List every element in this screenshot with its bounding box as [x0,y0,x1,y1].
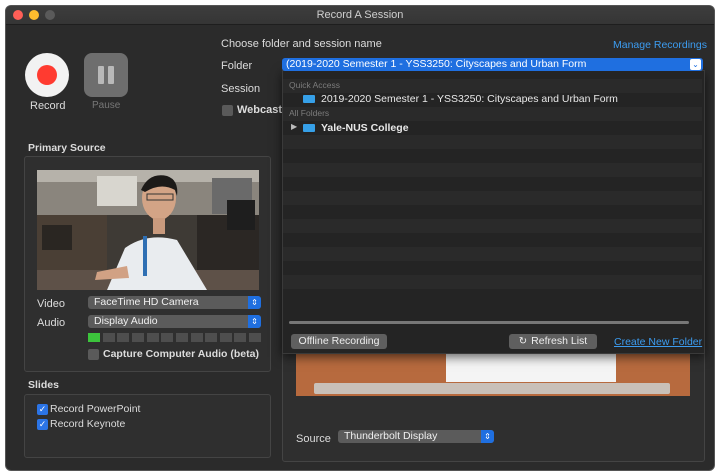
audio-meter-segment [249,333,261,342]
pause-icon [98,66,104,84]
folder-icon [303,124,315,132]
source-select[interactable]: Thunderbolt Display ⇕ [338,430,494,443]
source-label: Source [296,433,331,445]
audio-meter-segments [88,333,261,342]
audio-meter-fill [88,333,100,342]
capture-audio-checkbox[interactable] [88,349,99,360]
all-folders-header: All Folders [289,108,330,118]
record-label: Record [30,100,66,112]
camera-preview-image [37,170,259,290]
record-powerpoint-label: Record PowerPoint [50,403,141,415]
audio-meter-segment [175,333,188,342]
quick-access-item[interactable]: 2019-2020 Semester 1 - YSS3250: Cityscap… [283,92,702,106]
chevron-down-icon: ⌄ [690,59,701,70]
pause-label: Pause [92,100,121,111]
video-select[interactable]: FaceTime HD Camera ⇕ [88,296,261,309]
primary-source-title: Primary Source [28,142,106,154]
audio-select-value: Display Audio [94,315,158,327]
tree-item-yale-nus[interactable]: ▶ Yale-NUS College [283,121,702,135]
camera-preview [37,170,259,290]
folder-dropdown-list: Quick Access 2019-2020 Semester 1 - YSS3… [282,70,705,354]
session-label: Session [221,83,261,95]
video-label: Video [37,298,65,310]
audio-meter-segment [131,333,144,342]
title-bar: Record A Session [6,6,714,25]
audio-select[interactable]: Display Audio ⇕ [88,315,261,328]
audio-meter-segment [205,333,218,342]
record-session-window: Record A Session Record Pause Choose fol… [6,6,714,470]
slides-title: Slides [28,379,59,391]
video-select-value: FaceTime HD Camera [94,296,199,308]
audio-meter-segment [146,333,159,342]
folder-select[interactable]: (2019-2020 Semester 1 - YSS3250: Citysca… [282,58,703,71]
folder-select-value: (2019-2020 Semester 1 - YSS3250: Citysca… [286,58,587,70]
folder-label: Folder [221,60,253,72]
refresh-icon: ↻ [518,336,528,347]
quick-access-header: Quick Access [289,80,341,90]
tree-item-label: Yale-NUS College [321,122,409,134]
disclosure-triangle-icon[interactable]: ▶ [291,122,297,131]
refresh-list-label: Refresh List [531,335,588,347]
record-dot-icon [37,65,57,85]
record-button[interactable] [25,53,69,97]
offline-recording-button[interactable]: Offline Recording [291,334,387,349]
audio-meter-segment [234,333,247,342]
folder-icon [303,95,315,103]
quick-access-item-label: 2019-2020 Semester 1 - YSS3250: Cityscap… [321,93,618,105]
webcast-label: Webcast [237,104,283,116]
audio-meter-segment [219,333,232,342]
record-keynote-checkbox[interactable]: ✓ [37,419,48,430]
chevron-updown-icon: ⇕ [481,430,494,443]
webcast-checkbox[interactable] [222,105,233,116]
pause-icon-bar [108,66,114,84]
audio-meter-segment [102,333,115,342]
manage-recordings-link[interactable]: Manage Recordings [613,39,707,51]
chevron-updown-icon: ⇕ [248,315,261,328]
window-title: Record A Session [316,9,404,21]
chevron-updown-icon: ⇕ [248,296,261,309]
record-keynote-label: Record Keynote [50,418,126,430]
source-select-value: Thunderbolt Display [344,430,438,442]
record-powerpoint-checkbox[interactable]: ✓ [37,404,48,415]
choose-folder-heading: Choose folder and session name [221,38,382,50]
create-new-folder-link[interactable]: Create New Folder [614,336,702,348]
audio-meter-segment [161,333,174,342]
pause-button[interactable] [84,53,128,97]
audio-meter-segment [117,333,130,342]
refresh-list-button[interactable]: ↻ Refresh List [509,334,597,349]
audio-level-meter [88,333,261,342]
capture-audio-label: Capture Computer Audio (beta) [103,348,259,360]
horizontal-scrollbar[interactable] [289,321,689,324]
audio-label: Audio [37,317,66,329]
audio-meter-segment [190,333,203,342]
screen-preview-dock [314,383,670,394]
